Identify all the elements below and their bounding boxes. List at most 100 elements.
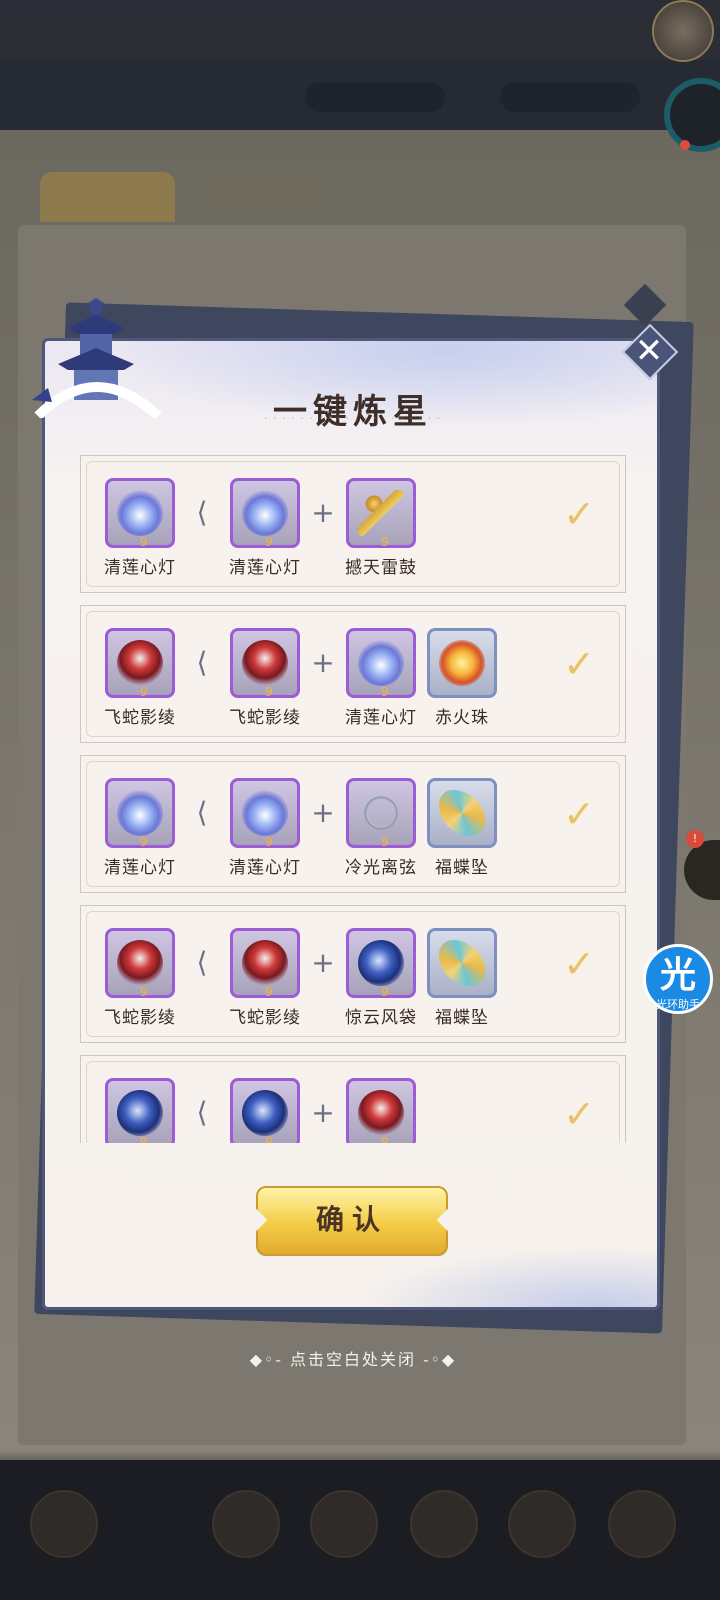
close-icon: ✕ xyxy=(634,331,664,371)
item-slot-result[interactable]: 9 xyxy=(105,1078,175,1143)
title-ornament: · · · · · · · · · · · · · · · · · · · · xyxy=(264,414,442,423)
star-mark-icon: 9 xyxy=(265,835,273,849)
item-name: 撼天雷鼓 xyxy=(345,558,417,578)
bg-nav-icon-5 xyxy=(608,1490,676,1558)
star-mark-icon: 9 xyxy=(140,685,148,699)
star-mark-icon: 9 xyxy=(381,685,389,699)
item-name: 赤火珠 xyxy=(435,708,489,728)
checkbox-checked-icon[interactable]: ✓ xyxy=(559,644,599,684)
star-mark-icon: 9 xyxy=(265,985,273,999)
star-mark-icon: 9 xyxy=(265,1135,273,1143)
item-slot-materials-0[interactable]: 9 xyxy=(346,1078,416,1143)
confirm-button[interactable]: 确认 xyxy=(244,1186,460,1256)
item-slot-materials-0[interactable]: 9 xyxy=(346,478,416,549)
item-slot-base[interactable]: 9 xyxy=(230,1078,300,1143)
plus-icon: + xyxy=(311,646,335,679)
star-mark-icon: 9 xyxy=(265,685,273,699)
lotus-lamp-icon xyxy=(242,490,288,536)
flying-snake-ribbon-icon xyxy=(242,940,288,986)
star-mark-icon: 9 xyxy=(265,535,273,549)
item-name: 飞蛇影绫 xyxy=(104,708,176,728)
item-name: 清莲心灯 xyxy=(229,558,301,578)
item-name: 飞蛇影绫 xyxy=(229,708,301,728)
refine-list[interactable]: 9 清莲心灯 9 清莲心灯 9 撼天雷鼓 ⟨ + ✓ 9 飞蛇影绫 9 飞蛇影绫 9 清莲心灯 赤火珠 ⟨ + ✓ 9… xyxy=(80,455,628,1143)
red-fire-orb-icon xyxy=(439,640,485,686)
helper-floating-button[interactable]: 光 光环助手 xyxy=(643,944,713,1022)
bg-tab-2 xyxy=(196,172,331,222)
item-slot-base[interactable]: 9 xyxy=(230,928,300,999)
item-slot-base[interactable]: 9 xyxy=(230,778,300,849)
item-slot-result[interactable]: 9 xyxy=(105,778,175,849)
checkbox-checked-icon[interactable]: ✓ xyxy=(559,1094,599,1134)
tap-blank-to-close-hint: ◆◦- 点击空白处关闭 -◦◆ xyxy=(249,1350,457,1369)
merge-arrow-icon: ⟨ xyxy=(196,1096,208,1129)
checkbox-checked-icon[interactable]: ✓ xyxy=(559,794,599,834)
star-mark-icon: 9 xyxy=(140,1135,148,1143)
flying-snake-ribbon-icon xyxy=(242,640,288,686)
close-button[interactable]: ✕ xyxy=(621,323,679,381)
player-avatar[interactable] xyxy=(652,0,714,62)
plus-icon: + xyxy=(311,796,335,829)
cloud-wind-bag-icon xyxy=(117,1090,163,1136)
star-mark-icon: 9 xyxy=(381,1135,389,1143)
helper-label: 光环助手 xyxy=(656,998,700,1011)
flying-snake-ribbon-icon xyxy=(117,640,163,686)
butterfly-pendant-icon xyxy=(439,790,485,836)
lotus-lamp-icon xyxy=(242,790,288,836)
star-mark-icon: 9 xyxy=(140,835,148,849)
item-name: 福蝶坠 xyxy=(435,1008,489,1028)
item-name: 飞蛇影绫 xyxy=(104,1008,176,1028)
item-slot-materials-0[interactable]: 9 xyxy=(346,928,416,999)
refine-row[interactable]: 9 清莲心灯 9 清莲心灯 9 撼天雷鼓 ⟨ + ✓ xyxy=(80,455,626,593)
side-notification-badge: ! xyxy=(686,830,704,848)
item-slot-materials-1[interactable] xyxy=(427,628,497,698)
merge-arrow-icon: ⟨ xyxy=(196,496,208,529)
merge-arrow-icon: ⟨ xyxy=(196,946,208,979)
lotus-lamp-icon xyxy=(358,640,404,686)
star-mark-icon: 9 xyxy=(381,985,389,999)
item-name: 清莲心灯 xyxy=(104,558,176,578)
refine-row[interactable]: 9 飞蛇影绫 9 飞蛇影绫 9 惊云风袋 福蝶坠 ⟨ + ✓ xyxy=(80,905,626,1043)
bg-nav-icon-1 xyxy=(212,1490,280,1558)
item-name: 飞蛇影绫 xyxy=(229,1008,301,1028)
merge-arrow-icon: ⟨ xyxy=(196,796,208,829)
item-slot-result[interactable]: 9 xyxy=(105,928,175,999)
flying-snake-ribbon-icon xyxy=(358,1090,404,1136)
bg-back-icon xyxy=(30,1490,98,1558)
resource-pill-1 xyxy=(305,82,445,112)
resource-pill-2 xyxy=(500,82,640,112)
lotus-lamp-icon xyxy=(117,490,163,536)
item-name: 清莲心灯 xyxy=(229,858,301,878)
item-slot-materials-1[interactable] xyxy=(427,778,497,848)
star-mark-icon: 9 xyxy=(140,535,148,549)
checkbox-checked-icon[interactable]: ✓ xyxy=(559,944,599,984)
star-mark-icon: 9 xyxy=(381,835,389,849)
plus-icon: + xyxy=(311,946,335,979)
item-slot-materials-0[interactable]: 9 xyxy=(346,778,416,849)
refine-row[interactable]: 9 飞蛇影绫 9 飞蛇影绫 9 清莲心灯 赤火珠 ⟨ + ✓ xyxy=(80,605,626,743)
plus-icon: + xyxy=(311,1096,335,1129)
butterfly-pendant-icon xyxy=(439,940,485,986)
plus-icon: + xyxy=(311,496,335,529)
bg-nav-icon-3 xyxy=(410,1490,478,1558)
item-name: 清莲心灯 xyxy=(104,858,176,878)
cloud-swirl-decoration-bottom xyxy=(357,1247,657,1307)
bg-tab-1 xyxy=(40,172,175,222)
star-mark-icon: 9 xyxy=(381,535,389,549)
item-slot-materials-0[interactable]: 9 xyxy=(346,628,416,699)
cloud-wind-bag-icon xyxy=(242,1090,288,1136)
refine-row[interactable]: 9 9 9 ⟨ + ✓ xyxy=(80,1055,626,1143)
checkbox-checked-icon[interactable]: ✓ xyxy=(559,494,599,534)
cloud-wind-bag-icon xyxy=(358,940,404,986)
item-slot-result[interactable]: 9 xyxy=(105,628,175,699)
thunder-drum-hammer-icon xyxy=(358,490,404,536)
bg-nav-icon-2 xyxy=(310,1490,378,1558)
refine-row[interactable]: 9 清莲心灯 9 清莲心灯 9 冷光离弦 福蝶坠 ⟨ + ✓ xyxy=(80,755,626,893)
item-slot-base[interactable]: 9 xyxy=(230,628,300,699)
cold-light-bow-icon xyxy=(358,790,404,836)
item-slot-materials-1[interactable] xyxy=(427,928,497,998)
dialog-title: 一键炼星 xyxy=(273,392,433,432)
flying-snake-ribbon-icon xyxy=(117,940,163,986)
item-slot-result[interactable]: 9 xyxy=(105,478,175,549)
item-slot-base[interactable]: 9 xyxy=(230,478,300,549)
